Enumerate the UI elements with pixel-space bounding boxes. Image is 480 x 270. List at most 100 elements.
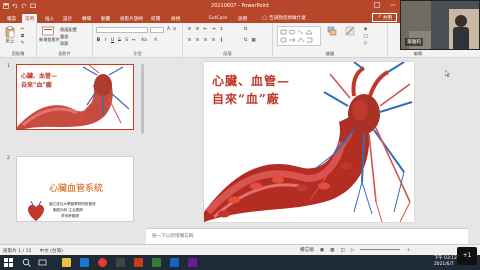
shadow-icon[interactable]: S	[124, 38, 129, 43]
arrange-button[interactable]	[325, 26, 339, 36]
quick-styles-button[interactable]	[343, 26, 357, 36]
decrease-indent-icon[interactable]: ⇤	[203, 27, 208, 32]
columns-icon[interactable]: ‖	[219, 38, 224, 43]
line-spacing-icon[interactable]: ↕	[219, 27, 224, 32]
tab-insert[interactable]: 插入	[42, 14, 57, 23]
tab-extcare[interactable]: ExtCare	[206, 14, 230, 23]
tell-me-label: 告訴我您想做什麼	[269, 16, 306, 21]
tab-transitions[interactable]: 轉場	[79, 14, 94, 23]
change-case-icon[interactable]: Aa	[141, 38, 147, 43]
notification-badge[interactable]: +1	[457, 247, 477, 265]
tab-animations[interactable]: 動畫	[98, 14, 113, 23]
tell-me-search[interactable]: ◯ 告訴我您想做什麼	[262, 14, 306, 22]
zoom-in-button[interactable]: +	[406, 248, 410, 253]
copy-icon[interactable]: ⧉	[20, 34, 25, 39]
reading-view-icon[interactable]: ◫	[340, 248, 344, 253]
normal-view-icon[interactable]: ▣	[320, 248, 324, 253]
slide-sorter-icon[interactable]: ▦	[330, 248, 334, 253]
clipboard-group-label: 剪貼簿	[11, 51, 25, 56]
lightbulb-icon: ◯	[262, 15, 268, 21]
tab-help[interactable]: 說明	[235, 14, 250, 23]
window-controls	[374, 2, 396, 10]
share-icon: ↗	[377, 15, 381, 20]
system-clock[interactable]: 下午 03:12 2021/6/7	[434, 256, 457, 268]
shape-fill-icon[interactable]: ◈	[363, 27, 368, 32]
underline-icon[interactable]: U	[110, 38, 115, 43]
paragraph-group-label: 段落	[223, 51, 232, 56]
notes-toggle[interactable]: 備忘稿	[300, 247, 314, 253]
share-button[interactable]: ↗ 共用	[372, 13, 398, 22]
word-icon[interactable]	[170, 258, 179, 267]
bold-icon[interactable]: B	[96, 38, 101, 43]
editing-group-label: 編輯	[413, 51, 423, 56]
slide-1-thumb-title-line2: 自來“血”廠	[21, 82, 52, 89]
slide-thumbnail-2[interactable]: 心臟血管系統 國立成功大學醫學院附設醫院 胸腔內科 主治醫師 李采婷醫師	[16, 156, 134, 222]
paragraph-group: ≡ ≡ ⇤ ⇥ ↕ ⇅ ≡ ≡ ≡ ≡ ‖ ⇅ ▦ 段落	[183, 23, 273, 58]
shapes-icon	[280, 29, 313, 43]
numbering-icon[interactable]: ≡	[195, 27, 200, 32]
clock-date: 2021/6/7	[434, 262, 454, 267]
new-slide-button[interactable]: 新增投影片	[39, 26, 60, 43]
windows-start-icon[interactable]	[4, 258, 13, 267]
text-direction-icon[interactable]: ⇅	[243, 27, 248, 32]
language-indicator[interactable]: 中文 (台灣)	[39, 248, 62, 254]
drawing-group-label: 繪圖	[325, 51, 335, 56]
powerpoint-icon[interactable]	[134, 258, 143, 267]
align-left-icon[interactable]: ≡	[187, 38, 192, 43]
editor-scrollbar[interactable]	[468, 58, 478, 244]
italic-icon[interactable]: I	[103, 38, 108, 43]
smartart-icon[interactable]: ▦	[251, 38, 256, 43]
app-icon[interactable]	[116, 258, 125, 267]
bullets-icon[interactable]: ≡	[187, 27, 192, 32]
shrink-font-icon[interactable]: a	[172, 27, 177, 32]
current-slide[interactable]: 心臟、血管— 自來“血”廠	[204, 62, 414, 222]
tab-home[interactable]: 常用	[22, 14, 38, 23]
section-button[interactable]: 章節	[60, 41, 68, 47]
edge-browser-icon[interactable]	[80, 258, 89, 267]
slide-1-number: 1	[7, 64, 10, 69]
paste-button[interactable]: 貼上	[3, 26, 17, 44]
cut-icon[interactable]: ✂	[20, 27, 25, 32]
task-view-icon[interactable]	[38, 258, 47, 267]
align-center-icon[interactable]: ≡	[195, 38, 200, 43]
strikethrough-icon[interactable]: S	[117, 38, 122, 43]
thumbnail-scroll-thumb[interactable]	[141, 64, 144, 134]
font-group-label: 字型	[133, 51, 142, 56]
thumbnail-scrollbar[interactable]	[140, 58, 145, 244]
slide-title-line1: 心臟、血管—	[212, 74, 291, 88]
teams-icon[interactable]	[188, 258, 197, 267]
minimize-icon[interactable]	[390, 2, 396, 10]
format-painter-icon[interactable]: ✎	[20, 41, 25, 46]
reset-button[interactable]: 重設	[60, 34, 68, 40]
slide-thumbnail-1[interactable]: 心臟、血管— 自來“血”廠	[16, 64, 134, 130]
slideshow-view-icon[interactable]: ▷	[351, 248, 355, 253]
ribbon-display-icon[interactable]	[374, 2, 380, 10]
tab-review[interactable]: 校閱	[148, 14, 163, 23]
shape-outline-icon[interactable]: □	[363, 34, 368, 39]
mouse-cursor-icon	[445, 70, 450, 77]
tab-view[interactable]: 檢視	[168, 14, 183, 23]
layout-button[interactable]: 版面配置	[60, 27, 77, 33]
file-explorer-icon[interactable]	[62, 258, 71, 267]
chrome-browser-icon[interactable]	[98, 258, 107, 267]
zoom-slider[interactable]	[360, 248, 401, 250]
font-color-icon[interactable]: A	[153, 38, 158, 43]
align-right-icon[interactable]: ≡	[203, 38, 208, 43]
tab-file[interactable]: 檔案	[4, 14, 19, 23]
font-name-dropdown[interactable]	[96, 27, 148, 33]
justify-icon[interactable]: ≡	[211, 38, 216, 43]
char-spacing-icon[interactable]: ↔	[131, 38, 136, 43]
paste-icon	[5, 26, 15, 38]
shape-effects-icon[interactable]: ◇	[363, 41, 368, 46]
tab-design[interactable]: 設計	[60, 14, 75, 23]
tab-slideshow[interactable]: 投影片放映	[117, 14, 146, 23]
grow-font-icon[interactable]: A	[166, 27, 171, 32]
align-text-icon[interactable]: ⇅	[243, 38, 248, 43]
notes-pane[interactable]: 按一下以新增備忘稿	[146, 228, 468, 244]
excel-icon[interactable]	[152, 258, 161, 267]
shapes-gallery[interactable]	[277, 26, 321, 46]
search-icon[interactable]	[22, 258, 31, 267]
increase-indent-icon[interactable]: ⇥	[211, 27, 216, 32]
new-slide-icon	[42, 26, 54, 36]
font-size-dropdown[interactable]	[150, 27, 164, 33]
